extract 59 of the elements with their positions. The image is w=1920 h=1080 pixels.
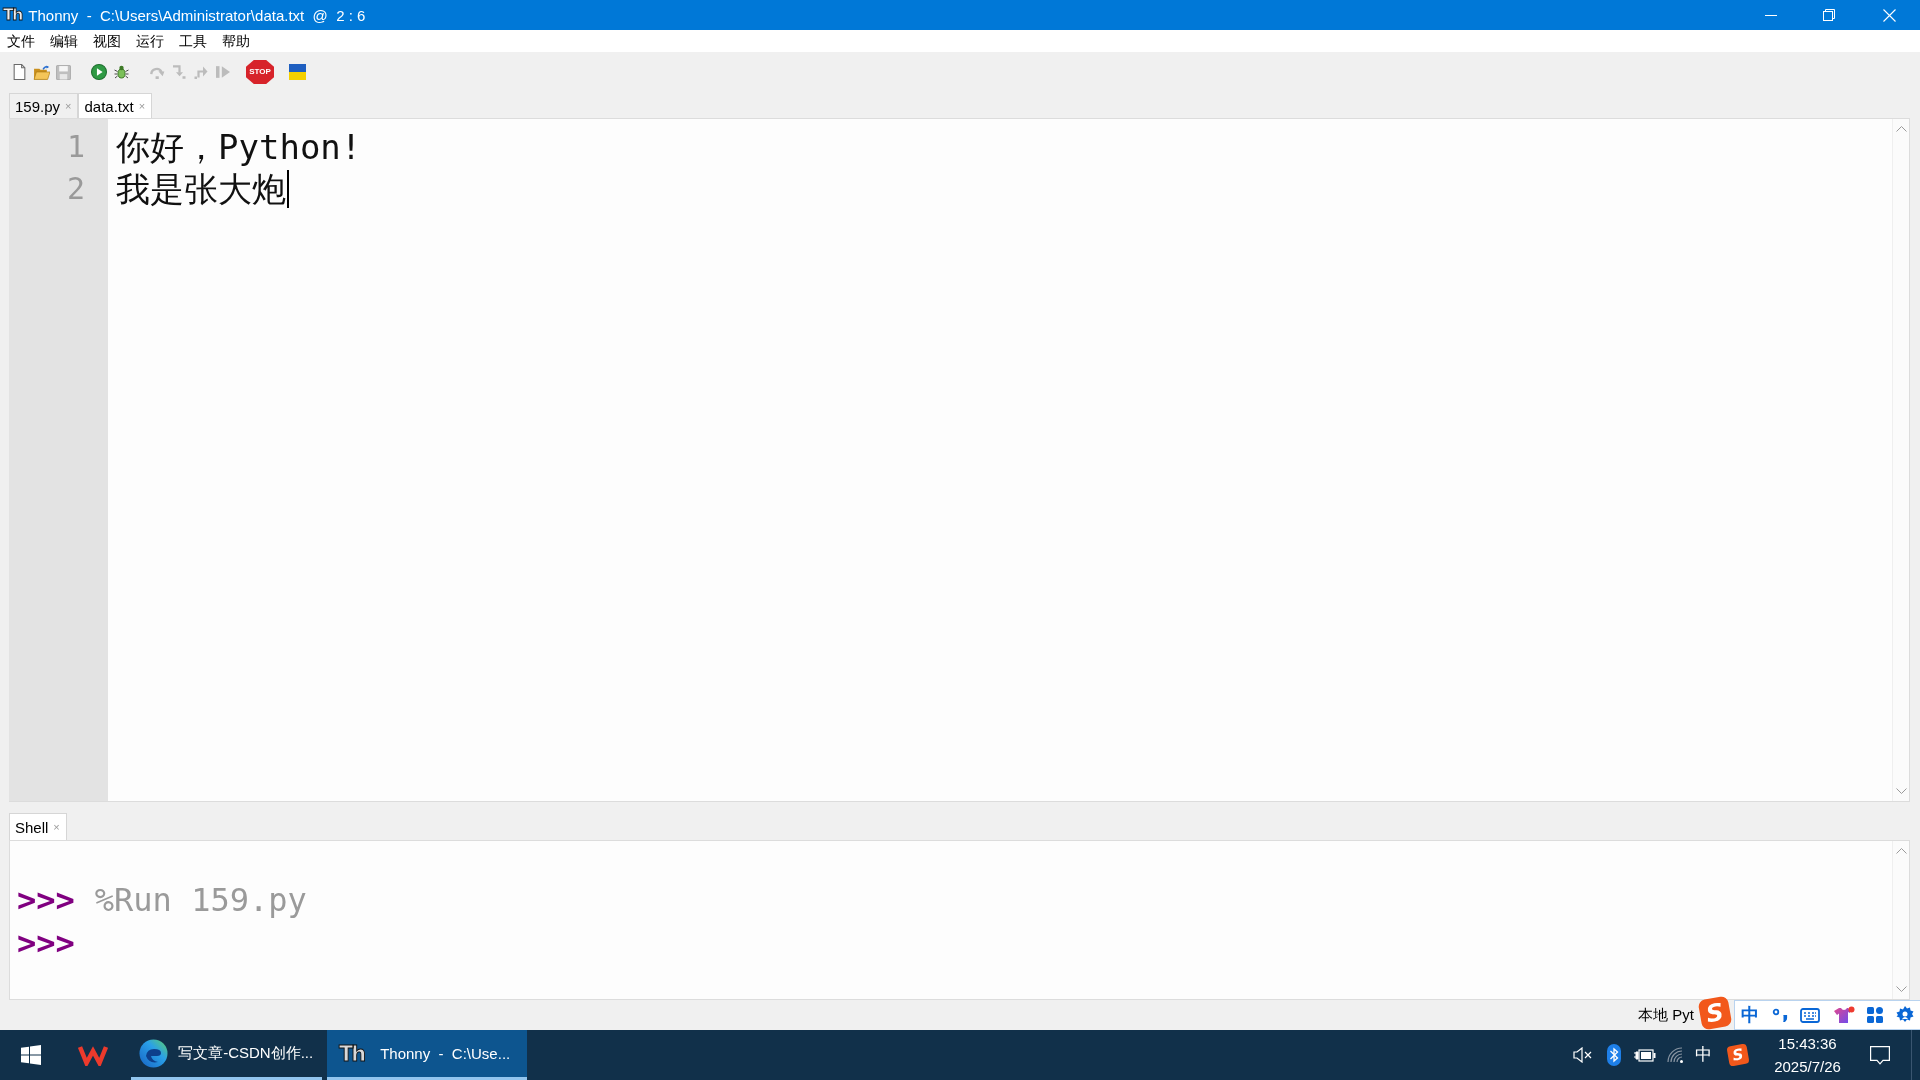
windows-logo-icon (21, 1045, 41, 1065)
app-logo: Th (339, 1041, 365, 1066)
taskbar-window-button[interactable]: 写文章-CSDN创作... (131, 1030, 322, 1080)
taskbar-window-button[interactable]: Th Thonny - C:\Use... (327, 1030, 527, 1080)
window-title: Thonny - C:\Users\Administrator\data.txt @ 2 : 6 (28, 6, 366, 24)
speaker-muted-icon[interactable] (1573, 1047, 1592, 1063)
minimize-icon (1765, 14, 1777, 16)
punctuation-icon[interactable] (1771, 1008, 1788, 1022)
shell-prompt: >>> (17, 880, 75, 919)
editor-tab[interactable]: 159.py × (9, 93, 79, 118)
shell-command: %Run 159.py (94, 880, 307, 919)
notification-icon[interactable] (1870, 1045, 1890, 1065)
wifi-icon[interactable] (1667, 1047, 1684, 1063)
restore-icon (1823, 9, 1835, 21)
chevron-down-icon[interactable] (1895, 788, 1907, 794)
bent-down-arrow-icon (172, 65, 186, 79)
status-text[interactable]: 本地 Pyt (1638, 1005, 1694, 1025)
bent-up-arrow-icon (194, 65, 208, 79)
shell-tab[interactable]: Shell × (9, 813, 67, 840)
flag-icon (288, 64, 306, 80)
swirl-logo-icon (139, 1039, 168, 1068)
menu-item[interactable]: 运行 (129, 31, 172, 51)
vertical-scrollbar[interactable] (1892, 841, 1909, 999)
keyboard-icon[interactable] (1800, 1007, 1821, 1023)
editor-line: 我是张大炮 (116, 168, 286, 210)
run-button[interactable] (88, 61, 110, 83)
chevron-up-icon[interactable] (1895, 126, 1907, 132)
stop-button[interactable]: STOP (246, 60, 274, 84)
shell-prompt: >>> (17, 923, 75, 962)
play-icon (91, 64, 107, 80)
menu-item[interactable]: 工具 (172, 31, 215, 51)
flag-button[interactable] (286, 61, 308, 83)
curved-arrow-icon (149, 65, 165, 79)
bug-icon (113, 65, 129, 79)
input-mode-toggle[interactable]: 中 (1741, 1004, 1760, 1026)
vertical-scrollbar[interactable] (1892, 119, 1909, 801)
t-shirt-icon[interactable] (1832, 1005, 1855, 1025)
line-number: 2 (66, 170, 85, 208)
editor-tab[interactable]: data.txt × (78, 93, 153, 118)
bar-play-icon (216, 66, 230, 78)
menu-item[interactable]: 视图 (86, 31, 129, 51)
gear-icon[interactable] (1895, 1006, 1914, 1024)
editor-line: 你好，Python! (116, 126, 362, 168)
chevron-up-icon[interactable] (1895, 848, 1907, 854)
menu-item[interactable]: 帮助 (215, 31, 258, 51)
folder-icon (32, 64, 50, 80)
battery-charging-icon[interactable] (1633, 1048, 1656, 1062)
grid-icon[interactable] (1867, 1007, 1884, 1023)
close-icon (1882, 8, 1896, 22)
bluetooth-icon[interactable] (1606, 1044, 1621, 1066)
menu-item[interactable]: 文件 (0, 31, 43, 51)
chevron-down-icon[interactable] (1895, 986, 1907, 992)
menu-item[interactable]: 编辑 (43, 31, 86, 51)
zigzag-logo-icon (78, 1044, 108, 1066)
document-icon (12, 64, 26, 80)
line-number: 1 (66, 128, 85, 166)
app-logo: Th (3, 5, 22, 25)
input-indicator[interactable]: 中 (1691, 1044, 1716, 1066)
clock[interactable]: 15:43:36 2025/7/26 (1760, 1032, 1855, 1078)
